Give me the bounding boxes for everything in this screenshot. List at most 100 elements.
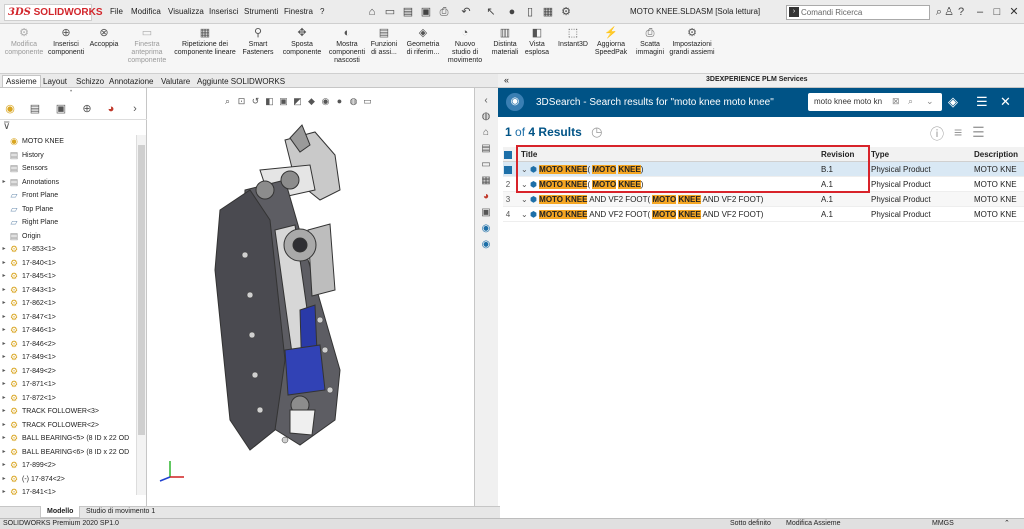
close-panel-icon[interactable]: ✕ <box>1000 94 1011 110</box>
view-orientation-icon[interactable]: ◩ <box>292 96 303 107</box>
rebuild-icon[interactable]: ▯ <box>523 5 537 19</box>
panel-collapse-icon[interactable]: ‹ <box>478 94 494 108</box>
status-units[interactable]: MMGS <box>932 519 954 529</box>
camera-button[interactable]: ⎙ Scatta immagini <box>636 27 664 57</box>
expand-arrow-icon[interactable]: ▸ <box>0 270 8 284</box>
info-icon[interactable]: ⓘ <box>930 124 944 144</box>
bottom-tab-studio-di-movimento-1[interactable]: Studio di movimento 1 <box>80 506 161 517</box>
expand-arrow-icon[interactable]: ▸ <box>0 243 8 257</box>
tab-schizzo[interactable]: Schizzo <box>73 76 107 88</box>
expand-arrow-icon[interactable]: ▸ <box>0 284 8 298</box>
expand-arrow-icon[interactable]: ▸ <box>0 351 8 365</box>
move-component-button[interactable]: ✥ Sposta componente <box>280 27 324 57</box>
tree-item[interactable]: ▸ ⚙ (-) 17-874<2> <box>0 473 136 487</box>
display-manager-icon[interactable]: ◕ <box>104 102 118 116</box>
tree-item[interactable]: ▱ Front Plane <box>0 189 136 203</box>
save-icon[interactable]: ▣ <box>419 5 433 19</box>
tree-item[interactable]: ▸ ⚙ TRACK FOLLOWER<3> <box>0 405 136 419</box>
expand-arrow-icon[interactable]: ▸ <box>0 419 8 433</box>
tab-annotazione[interactable]: Annotazione <box>106 76 156 88</box>
menu-item-help[interactable]: ? <box>320 7 324 16</box>
tree-item[interactable]: ▱ Top Plane <box>0 203 136 217</box>
result-title[interactable]: ⌄ ⬢ MOTO KNEE AND VF2 FOOT( MOTO KNEE AN… <box>521 192 817 207</box>
feature-tree-icon[interactable]: ◉ <box>3 102 17 116</box>
table-row[interactable]: 3 ⌄ ⬢ MOTO KNEE AND VF2 FOOT( MOTO KNEE A… <box>503 192 1024 207</box>
speedpak-button[interactable]: ⚡ Aggiorna SpeedPak <box>592 27 630 57</box>
moto-knee-model[interactable] <box>190 120 360 465</box>
motion-study-button[interactable]: ◔ Nuovo studio di movimento <box>446 27 484 65</box>
instant3d-button[interactable]: ⬚ Instant3D <box>556 27 590 49</box>
view-palette-icon[interactable]: ▦ <box>478 174 494 188</box>
expand-arrow-icon[interactable]: ▸ <box>0 257 8 271</box>
minimize-button[interactable]: – <box>973 5 987 19</box>
sort-icon[interactable]: ≡ <box>954 124 962 144</box>
assembly-features-button[interactable]: ▤ Funzioni di assi... <box>368 27 400 57</box>
tree-item[interactable]: ▤ Origin <box>0 230 136 244</box>
exploded-view-button[interactable]: ◧ Vista esplosa <box>522 27 552 57</box>
expand-arrow-icon[interactable]: ▸ <box>0 311 8 325</box>
previous-view-icon[interactable]: ↺ <box>250 96 261 107</box>
expand-arrow-icon[interactable]: ▸ <box>0 432 8 446</box>
dimxpert-icon[interactable]: ⊕ <box>80 102 94 116</box>
linear-pattern-button[interactable]: ▦ Ripetizione dei componente lineare <box>172 27 238 57</box>
result-title[interactable]: ⌄ ⬢ MOTO KNEE AND VF2 FOOT( MOTO KNEE AN… <box>521 207 817 222</box>
expand-arrow-icon[interactable]: ▸ <box>0 392 8 406</box>
tree-item[interactable]: ▸ ⚙ 17-847<1> <box>0 311 136 325</box>
select-icon[interactable]: ↖ <box>484 5 498 19</box>
tree-item[interactable]: ▸ ⚙ 17-846<2> <box>0 338 136 352</box>
dynamic-annotation-icon[interactable]: ▣ <box>278 96 289 107</box>
zoom-area-icon[interactable]: ⊡ <box>236 96 247 107</box>
hide-show-icon[interactable]: ◉ <box>320 96 331 107</box>
tree-item[interactable]: ▸ ⚙ 17-899<2> <box>0 459 136 473</box>
scrollbar-thumb[interactable] <box>138 145 145 435</box>
edit-appearance-icon[interactable]: ● <box>334 96 345 107</box>
help-icon[interactable]: ? <box>954 5 968 19</box>
history-icon[interactable]: ◷ <box>591 124 602 139</box>
tree-scrollbar[interactable] <box>136 135 146 495</box>
menu-item-visualizza[interactable]: Visualizza <box>168 7 204 16</box>
expand-arrow-icon[interactable]: ▸ <box>0 297 8 311</box>
bom-button[interactable]: ▥ Distinta materiali <box>488 27 522 57</box>
command-search-input[interactable]: › Comandi Ricerca <box>786 5 930 20</box>
tree-item[interactable]: ▸ ⚙ BALL BEARING<5> (8 ID x 22 OD <box>0 432 136 446</box>
zoom-to-fit-icon[interactable]: ⌕ <box>222 96 233 107</box>
row-checkbox[interactable] <box>504 165 512 174</box>
close-button[interactable]: ✕ <box>1007 5 1021 19</box>
show-hidden-button[interactable]: ◐ Mostra componenti nascosti <box>328 27 366 65</box>
print-icon[interactable]: ⎙ <box>437 5 451 19</box>
search-icon[interactable]: ⌕ <box>908 96 913 107</box>
menu-icon[interactable]: ☰ <box>976 94 988 110</box>
tree-item[interactable]: ▸ ⚙ 17-843<1> <box>0 284 136 298</box>
expand-arrow-icon[interactable]: ▸ <box>0 176 8 190</box>
3dexperience-compass-icon[interactable]: ◉ <box>506 93 524 111</box>
tree-item[interactable]: ▸ ▤ Annotations <box>0 176 136 190</box>
tab-assieme[interactable]: Assieme <box>2 75 41 87</box>
search-dropdown-icon[interactable]: ⌄ <box>926 96 934 107</box>
insert-components-button[interactable]: ⊕ Inserisci componenti <box>48 27 84 57</box>
open-file-icon[interactable]: ▤ <box>401 5 415 19</box>
tree-item[interactable]: ▸ ⚙ 17-849<1> <box>0 351 136 365</box>
expand-arrow-icon[interactable]: ▸ <box>0 324 8 338</box>
display-style-icon[interactable]: ◆ <box>306 96 317 107</box>
tree-item[interactable]: ▸ ⚙ 17-871<1> <box>0 378 136 392</box>
tree-item[interactable]: ▸ ⚙ 17-846<1> <box>0 324 136 338</box>
undo-icon[interactable]: ↶ <box>459 5 473 19</box>
view-settings-icon[interactable]: ▭ <box>362 96 373 107</box>
menu-item-inserisci[interactable]: Inserisci <box>209 7 238 16</box>
tree-item[interactable]: ◉ MOTO KNEE <box>0 135 136 149</box>
traffic-light-icon[interactable]: ● <box>505 5 519 19</box>
clear-search-icon[interactable]: ⊠ <box>892 96 900 107</box>
configuration-manager-icon[interactable]: ▣ <box>54 102 68 116</box>
menu-item-strumenti[interactable]: Strumenti <box>244 7 278 16</box>
table-row[interactable]: 4 ⌄ ⬢ MOTO KNEE AND VF2 FOOT( MOTO KNEE A… <box>503 207 1024 222</box>
smart-fasteners-button[interactable]: ⚲ Smart Fasteners <box>240 27 276 57</box>
tree-item[interactable]: ▱ Right Plane <box>0 216 136 230</box>
expand-arrow-icon[interactable]: ▸ <box>0 486 8 495</box>
preview-window-button[interactable]: ▭ Finestra anteprima componente <box>126 27 168 65</box>
column-header-description[interactable]: Description <box>974 147 1024 162</box>
tab-layout[interactable]: Layout <box>40 76 70 88</box>
custom-properties-icon[interactable]: ▣ <box>478 206 494 220</box>
appearances-icon[interactable]: ◕ <box>478 190 494 204</box>
expand-arrow-icon[interactable]: ▸ <box>0 365 8 379</box>
tree-item[interactable]: ▸ ⚙ 17-872<1> <box>0 392 136 406</box>
